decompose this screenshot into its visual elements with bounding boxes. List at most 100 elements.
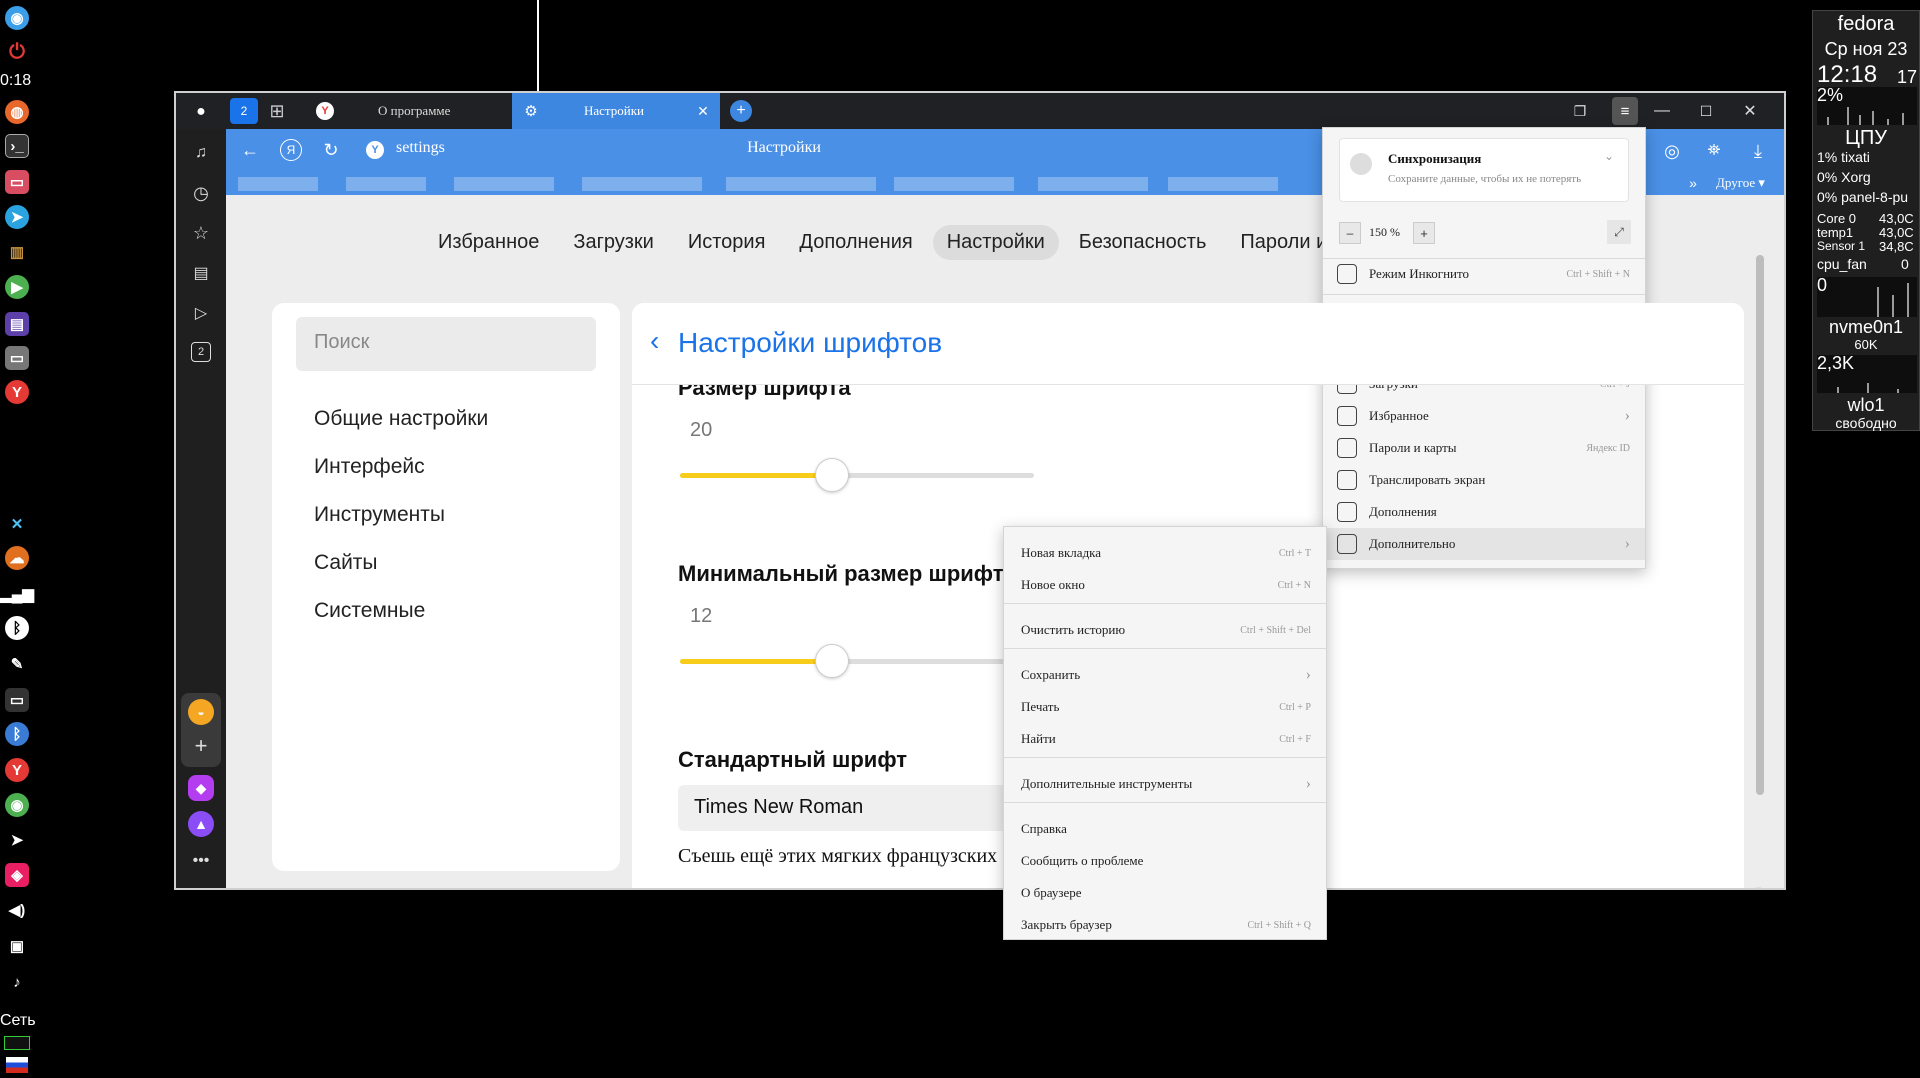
display-icon[interactable]: ▭ xyxy=(5,346,29,370)
weather-widget-icon[interactable]: ◒ xyxy=(188,699,214,725)
app-launcher-icon[interactable]: ◉ xyxy=(5,6,29,30)
chevron-right-icon[interactable]: » xyxy=(1684,174,1702,192)
submenu-item[interactable]: Сообщить о проблеме xyxy=(1004,845,1326,877)
workspace-side-button[interactable]: 2 xyxy=(191,342,211,362)
sidebar-item-tools[interactable]: Инструменты xyxy=(314,503,445,527)
zoom-in-button[interactable]: + xyxy=(1413,222,1435,244)
calendar-icon[interactable]: ▭ xyxy=(5,170,29,194)
telegram-icon[interactable]: ➤ xyxy=(5,205,29,229)
terminal-icon[interactable]: ›_ xyxy=(5,134,29,158)
yandex-browser-icon[interactable]: Y xyxy=(5,380,29,404)
clipboard-icon[interactable]: ▣ xyxy=(5,934,29,958)
screenshot-icon[interactable]: ▤ xyxy=(5,312,29,336)
play-icon[interactable]: ▷ xyxy=(189,301,213,325)
star-icon[interactable]: ☆ xyxy=(189,221,213,245)
bookmark-item[interactable] xyxy=(346,177,426,191)
slider-knob[interactable] xyxy=(815,458,850,492)
minimize-icon[interactable]: — xyxy=(1652,101,1672,121)
menu-item[interactable]: Дополнения xyxy=(1323,496,1645,528)
submenu-item[interactable]: Дополнительные инструменты › xyxy=(1004,768,1326,800)
submenu-item[interactable]: Найти Ctrl + F xyxy=(1004,723,1326,755)
messenger-icon[interactable]: ◆ xyxy=(188,775,214,801)
back-icon[interactable]: ← xyxy=(238,139,262,161)
yandex-browser-icon-2[interactable]: Y xyxy=(5,758,29,782)
menu-item[interactable]: Транслировать экран xyxy=(1323,464,1645,496)
maximize-icon[interactable]: ☐ xyxy=(1696,101,1716,121)
media-player-icon[interactable]: ▶ xyxy=(5,275,29,299)
nav-settings[interactable]: Настройки xyxy=(932,225,1059,260)
collections-icon[interactable]: ❐ xyxy=(1570,101,1590,121)
submenu-item[interactable]: Новое окно Ctrl + N xyxy=(1004,569,1326,601)
tab-settings[interactable]: ⚙ Настройки ✕ xyxy=(512,93,720,129)
books-icon[interactable]: ▥ xyxy=(5,240,29,264)
bookmark-item[interactable] xyxy=(582,177,702,191)
more-dots-icon[interactable]: ••• xyxy=(188,851,214,871)
nav-history[interactable]: История xyxy=(674,225,780,260)
sidebar-item-interface[interactable]: Интерфейс xyxy=(314,455,425,479)
site-info-icon[interactable]: Y xyxy=(366,141,384,159)
back-chevron-icon[interactable]: ‹ xyxy=(650,325,659,357)
notes-icon[interactable]: ▤ xyxy=(189,261,213,285)
submenu-item[interactable]: Новая вкладка Ctrl + T xyxy=(1004,537,1326,569)
translate-icon[interactable]: ◎ xyxy=(1660,139,1684,163)
url-field[interactable]: settings xyxy=(396,139,445,157)
pen-icon[interactable]: ✎ xyxy=(5,652,29,676)
close-window-icon[interactable]: ✕ xyxy=(1740,101,1760,121)
firefox-icon[interactable]: ◍ xyxy=(5,100,29,124)
chrome-icon[interactable]: ◉ xyxy=(5,793,29,817)
profile-icon[interactable]: ● xyxy=(190,101,212,123)
fullscreen-icon[interactable]: ⤢ xyxy=(1607,220,1631,244)
bookmark-item[interactable] xyxy=(894,177,1014,191)
sidebar-item-general[interactable]: Общие настройки xyxy=(314,407,488,431)
nav-extensions[interactable]: Дополнения xyxy=(785,225,926,260)
other-bookmarks[interactable]: Другое ▾ xyxy=(1716,175,1765,191)
tab-about[interactable]: Y О программе xyxy=(304,93,504,129)
bell-icon[interactable]: ♪ xyxy=(5,970,29,994)
submenu-item[interactable]: Закрыть браузер Ctrl + Shift + Q xyxy=(1004,909,1326,941)
submenu-item[interactable]: Справка xyxy=(1004,813,1326,845)
signal-icon[interactable]: ▂▄▆ xyxy=(0,582,34,606)
menu-item[interactable]: Пароли и карты Яндекс ID xyxy=(1323,432,1645,464)
menu-item[interactable]: Дополнительно › xyxy=(1323,528,1645,560)
clock-icon[interactable]: ◷ xyxy=(189,181,213,205)
sidebar-item-system[interactable]: Системные xyxy=(314,599,425,623)
send-icon[interactable]: ➤ xyxy=(5,828,29,852)
submenu-item[interactable]: Печать Ctrl + P xyxy=(1004,691,1326,723)
yandex-home-icon[interactable]: Я xyxy=(280,139,302,161)
alice-icon[interactable]: ▲ xyxy=(188,811,214,837)
settings-search-input[interactable]: Поиск xyxy=(296,317,596,371)
bookmark-item[interactable] xyxy=(238,177,318,191)
sync-card[interactable]: Синхронизация Сохраните данные, чтобы их… xyxy=(1339,138,1629,202)
chevron-down-icon[interactable]: ⌄ xyxy=(1604,149,1614,163)
power-icon[interactable]: ⏻ xyxy=(5,40,29,64)
font-size-slider[interactable] xyxy=(680,458,1034,492)
scroll-down-icon[interactable]: ▼ xyxy=(1754,885,1763,888)
menu-item[interactable]: Режим Инкогнито Ctrl + Shift + N xyxy=(1323,258,1645,290)
new-tab-button[interactable]: + xyxy=(730,100,752,122)
volume-icon[interactable]: ◀) xyxy=(5,898,29,922)
menu-item[interactable]: Избранное › xyxy=(1323,400,1645,432)
scrollbar-thumb[interactable] xyxy=(1756,255,1764,795)
add-panel-icon[interactable]: + xyxy=(188,733,214,759)
keyboard-layout-flag-icon[interactable] xyxy=(6,1057,28,1073)
reload-icon[interactable]: ↻ xyxy=(320,139,342,161)
slider-knob[interactable] xyxy=(815,644,850,678)
nav-downloads[interactable]: Загрузки xyxy=(559,225,668,260)
submenu-item[interactable]: Очистить историю Ctrl + Shift + Del xyxy=(1004,614,1326,646)
bookmark-item[interactable] xyxy=(1168,177,1278,191)
menu-icon[interactable]: ≡ xyxy=(1612,97,1638,125)
downloads-icon[interactable]: ⤓ xyxy=(1746,139,1770,163)
terminal-icon-2[interactable]: ▭ xyxy=(5,688,29,712)
nav-favorites[interactable]: Избранное xyxy=(424,225,553,260)
bell-icon[interactable]: ♫ xyxy=(189,141,213,165)
bookmark-item[interactable] xyxy=(726,177,876,191)
new-folder-tab-icon[interactable]: ⊞ xyxy=(264,99,290,123)
submenu-item[interactable]: О браузере xyxy=(1004,877,1326,909)
package-icon[interactable]: ◈ xyxy=(5,863,29,887)
bookmark-item[interactable] xyxy=(454,177,554,191)
sidebar-item-sites[interactable]: Сайты xyxy=(314,551,378,575)
close-tab-icon[interactable]: ✕ xyxy=(694,102,712,120)
bluetooth-icon[interactable]: ᛒ xyxy=(5,616,29,640)
bookmark-item[interactable] xyxy=(1038,177,1148,191)
nav-security[interactable]: Безопасность xyxy=(1065,225,1221,260)
